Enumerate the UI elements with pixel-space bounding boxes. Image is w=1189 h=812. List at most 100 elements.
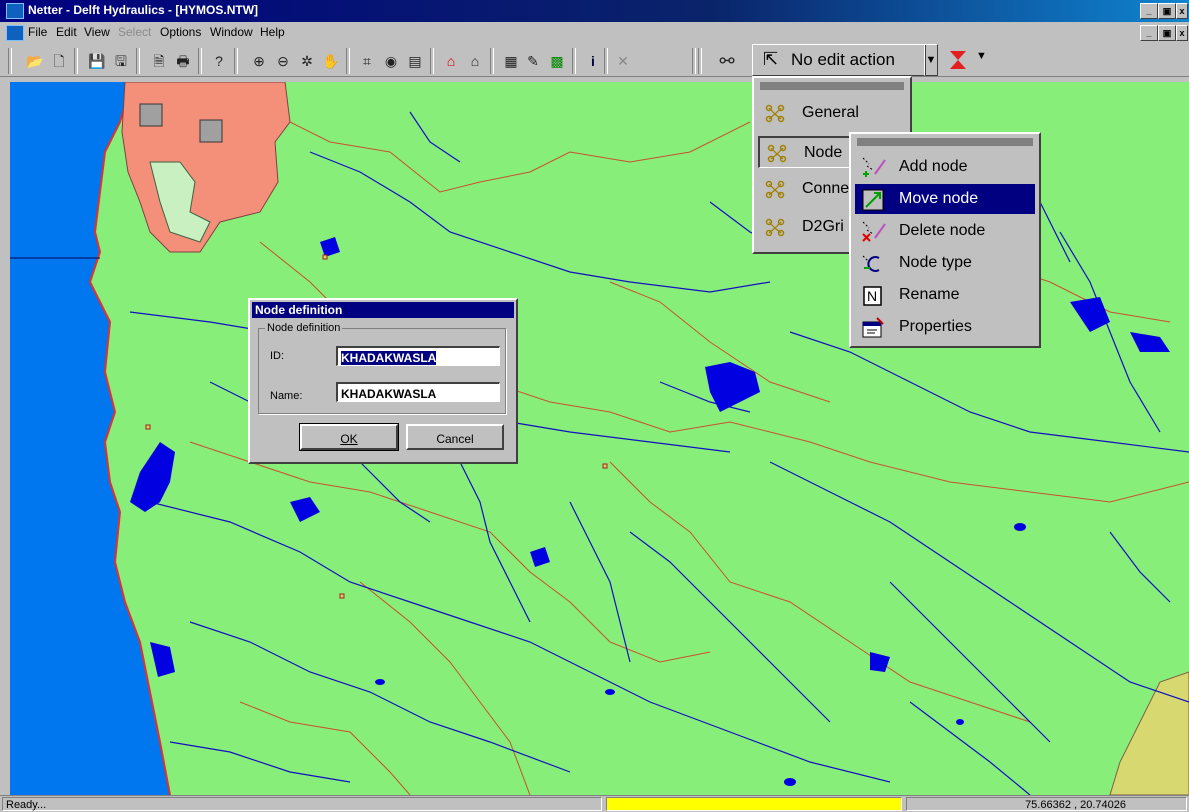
pencil-icon[interactable]: ✎ <box>522 50 544 72</box>
zoom-extent-icon[interactable]: ✲ <box>296 50 318 72</box>
add-node-icon <box>861 156 886 178</box>
cursor-arrow-icon: ⇱ <box>763 49 779 69</box>
toolbar-separator <box>198 48 202 74</box>
menu-window[interactable]: Window <box>210 25 253 39</box>
menu-options[interactable]: Options <box>160 25 201 39</box>
menu-item-general[interactable]: General <box>758 98 906 128</box>
info-icon[interactable]: i <box>582 50 604 72</box>
menu-view[interactable]: View <box>84 25 110 39</box>
network-icon <box>764 216 786 238</box>
doc-maximize-button[interactable]: ▣ <box>1158 25 1176 41</box>
svg-text:N: N <box>867 288 877 304</box>
grid-icon[interactable]: ▩ <box>546 50 568 72</box>
node-definition-dialog[interactable]: Node definition Node definition ID: KHAD… <box>248 298 518 464</box>
menu-item-label: Move node <box>899 190 979 207</box>
open-folder-icon[interactable]: 📂 <box>24 50 46 72</box>
coordinate-readout: 75.66362 , 20.74026 <box>906 797 1187 811</box>
zoom-out-icon[interactable]: ⊖ <box>272 50 294 72</box>
menu-edit[interactable]: Edit <box>56 25 77 39</box>
draw-icon[interactable]: ▦ <box>500 50 522 72</box>
edit-action-label: No edit action <box>791 50 895 69</box>
dialog-title[interactable]: Node definition <box>252 302 514 318</box>
menu-item-add-node[interactable]: Add node <box>855 152 1035 182</box>
menu-item-rename[interactable]: N Rename <box>855 280 1035 310</box>
name-label: Name: <box>270 390 303 402</box>
toolbar-grip <box>698 48 702 74</box>
name-field[interactable]: KHADAKWASLA <box>336 382 500 402</box>
menu-item-label: Node <box>804 144 843 161</box>
toolbar-separator <box>430 48 434 74</box>
title-bar[interactable]: Netter - Delft Hydraulics - [HYMOS.NTW] … <box>0 0 1189 22</box>
minimize-button[interactable]: _ <box>1140 3 1158 19</box>
menu-select[interactable]: Select <box>118 25 151 39</box>
document-icon[interactable] <box>6 25 24 41</box>
new-file-icon[interactable]: 🗋 <box>48 50 70 72</box>
edit-action-dropdown[interactable]: ⇱ No edit action <box>752 44 926 76</box>
new-page-icon[interactable]: 🗎 <box>148 50 170 72</box>
menu-bar: File Edit View Select Options Window Hel… <box>0 22 1189 42</box>
doc-close-button[interactable]: x <box>1176 25 1188 41</box>
edit-action-dropdown-arrow[interactable]: ▼ <box>924 44 938 76</box>
id-value: KHADAKWASLA <box>341 351 437 365</box>
menu-item-label: Add node <box>899 158 968 175</box>
link-tool-icon[interactable]: ⌂ <box>464 50 486 72</box>
menu-item-properties[interactable]: Properties <box>855 312 1035 342</box>
toolbar-separator <box>572 48 576 74</box>
menu-item-label: Conne <box>802 180 850 197</box>
group-label: Node definition <box>267 322 341 334</box>
pan-hand-icon[interactable]: ✋ <box>320 50 342 72</box>
id-field[interactable]: KHADAKWASLA <box>336 346 500 366</box>
menu-item-move-node[interactable]: Move node <box>855 184 1035 214</box>
menu-grip <box>857 138 1033 146</box>
ok-label: OK <box>340 432 358 446</box>
toolbar-separator <box>136 48 140 74</box>
help-icon[interactable]: ? <box>208 50 230 72</box>
node-tool-icon[interactable]: ⌂ <box>440 50 462 72</box>
move-node-icon <box>861 188 884 211</box>
cancel-button[interactable]: Cancel <box>406 424 504 450</box>
network-edit-icon[interactable]: ⚯ <box>716 50 738 72</box>
ok-button[interactable]: OK <box>299 423 399 451</box>
menu-item-label: General <box>802 104 859 121</box>
hourglass-icon[interactable] <box>946 48 970 72</box>
toolbar-separator <box>604 48 608 74</box>
delete-node-icon <box>861 220 886 242</box>
toolbar-separator <box>490 48 494 74</box>
menu-item-label: Node type <box>899 254 972 271</box>
network-icon <box>764 102 786 124</box>
save-icon[interactable]: 💾 <box>86 50 108 72</box>
print-icon[interactable]: 🖶 <box>172 50 194 72</box>
zoom-in-icon[interactable]: ⊕ <box>248 50 270 72</box>
app-icon[interactable] <box>6 3 24 19</box>
menu-item-label: Properties <box>899 318 972 335</box>
chevron-down-icon[interactable]: ▼ <box>976 50 987 62</box>
menu-item-label: Rename <box>899 286 960 303</box>
doc-minimize-button[interactable]: _ <box>1140 25 1158 41</box>
toolbar-grip <box>692 48 696 74</box>
network-icon <box>766 142 788 164</box>
cancel-label: Cancel <box>436 432 474 446</box>
menu-help[interactable]: Help <box>260 25 285 39</box>
layer-icon[interactable]: ⌗ <box>356 50 378 72</box>
menu-item-label: Delete node <box>899 222 986 239</box>
map-icon[interactable]: ▤ <box>404 50 426 72</box>
id-label: ID: <box>270 350 285 362</box>
toolbar-separator <box>234 48 238 74</box>
network-icon[interactable]: ◉ <box>380 50 402 72</box>
menu-file[interactable]: File <box>28 25 47 39</box>
status-text: Ready... <box>2 797 602 811</box>
network-icon <box>764 178 786 200</box>
toolbar-separator <box>346 48 350 74</box>
maximize-button[interactable]: ▣ <box>1158 3 1176 19</box>
menu-item-delete-node[interactable]: Delete node <box>855 216 1035 246</box>
map-box <box>139 103 163 127</box>
save-as-icon[interactable]: 🖫 <box>110 50 132 72</box>
name-value: KHADAKWASLA <box>341 387 437 401</box>
toolbar-separator <box>74 48 78 74</box>
node-submenu[interactable]: Add node Move node Delete node Node type… <box>849 132 1041 348</box>
node-type-icon <box>861 252 883 274</box>
menu-item-node-type[interactable]: Node type <box>855 248 1035 278</box>
close-button[interactable]: x <box>1176 3 1188 19</box>
pin-icon[interactable]: ✕ <box>612 50 634 72</box>
status-indicator <box>606 797 902 811</box>
